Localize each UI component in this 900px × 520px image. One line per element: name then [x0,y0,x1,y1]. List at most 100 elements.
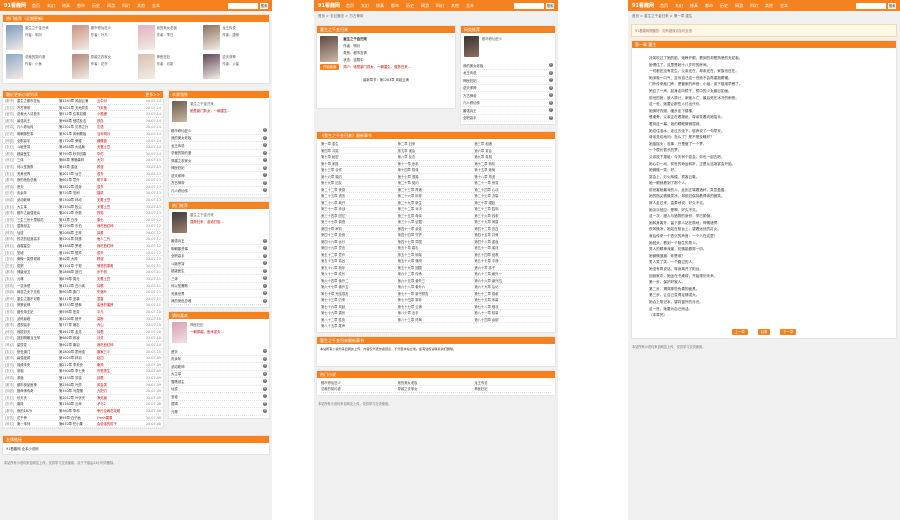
row-chapter[interactable]: 第1300章 林动 [59,197,97,203]
book-cover[interactable] [6,54,23,79]
nav-item[interactable]: 全本 [152,3,160,9]
list-item[interactable]: 龙王传说 2 [463,70,553,77]
row-title[interactable]: 伏天氏 [17,395,59,401]
row-chapter[interactable]: 第1455章 苏铭 [59,375,97,381]
book-card[interactable]: 逆天邪神 作者：火星 [203,54,266,80]
list-item-title[interactable]: 仙逆 [171,386,178,391]
row-category[interactable]: [玄幻] [5,105,17,111]
row-title[interactable]: 重生之都市狂仙 [17,98,59,104]
start-reading-button[interactable]: 开始阅读 [320,64,340,70]
nav-item[interactable]: 历史 [720,3,728,9]
list-item-title[interactable]: 何以笙箫默 [171,283,188,288]
row-category[interactable]: [网游] [5,197,17,203]
row-category[interactable]: [修真] [5,184,17,190]
row-chapter[interactable]: 第412章 逆袭 [59,296,97,302]
nav-item[interactable]: 修真 [62,3,70,9]
list-item-title[interactable]: 庆余年 [171,356,181,361]
row-chapter[interactable]: 第799章 妙手回春 [59,151,97,157]
list-item[interactable]: 赘婿 8 [171,401,267,408]
row-category[interactable]: [玄幻] [5,349,17,355]
row-category[interactable]: [都市] [5,210,17,216]
book-link[interactable]: 总裁的契约妻 [321,386,398,393]
row-chapter[interactable]: 第1488章 罗峰 [59,243,97,249]
row-title[interactable]: 凡人修仙传 [17,124,59,130]
row-chapter[interactable]: 第1314章 白小纯 [59,283,97,289]
row-category[interactable]: [历史] [5,263,17,269]
search-input[interactable] [856,2,886,9]
list-item-title[interactable]: 万古神帝 [463,93,477,98]
list-item-title[interactable]: 三体 [171,276,178,281]
row-title[interactable]: 锦绣未央 [17,362,59,368]
list-item[interactable]: 我的美女老板 1 [463,62,553,70]
row-chapter[interactable]: 第902章 秦羽 [59,342,97,348]
nav-item[interactable]: 网游 [107,3,115,9]
feature-title[interactable]: 重生之千金归来 [190,212,224,217]
row-chapter[interactable]: 第777章 赌石 [59,322,97,328]
row-title[interactable]: 花千骨 [17,415,59,421]
row-title[interactable]: 总裁大人请放手 [17,111,59,117]
list-item[interactable]: 全职高手 8 [463,115,553,122]
row-title[interactable]: 万古神帝 [17,105,59,111]
row-title[interactable]: 全职高手 [17,138,59,144]
book-card[interactable]: 龙王传说 作者：唐家 [203,25,266,51]
row-title[interactable]: 最强狂婿 [17,355,59,361]
row-chapter[interactable]: 第2012章 叶伏天 [59,395,97,401]
list-item-title[interactable]: 圣墟 [171,394,178,399]
feature-title[interactable]: 重生之千金归来 [190,101,231,106]
breadcrumb[interactable]: 首页 > 重生之千金归来 > 第一章 重生 [628,11,900,22]
more-link[interactable]: 更多>> [145,91,160,98]
nav-item[interactable]: 玄幻 [47,3,55,9]
row-title[interactable]: 都市极品医神 [17,382,59,388]
nav-item[interactable]: 首页 [660,3,668,9]
list-item-title[interactable]: 穿越之农家女 [171,158,191,163]
row-category[interactable]: [都市] [5,408,17,414]
book-title[interactable]: 重生之千金归来 [25,25,49,30]
list-item-title[interactable]: 万古神帝 [171,180,185,185]
row-chapter[interactable]: 第1866章 回归 [59,269,97,275]
row-chapter[interactable]: 第88章 黑暗森林 [59,157,97,163]
nav-item[interactable]: 科幻 [436,3,444,9]
row-title[interactable]: 斗破苍穹 [17,144,59,150]
row-category[interactable]: [修真] [5,283,17,289]
row-chapter[interactable]: 第2088章 王林 [59,230,97,236]
nav-item[interactable]: 网游 [421,3,429,9]
search-input[interactable] [228,2,258,9]
side-feature-3[interactable]: 神医狂妃 一朝穿越，医术逆天… [169,319,269,346]
row-chapter[interactable]: 第2560章 叶辰 [59,382,97,388]
book-cover[interactable] [71,25,89,50]
row-title[interactable]: 网游之天下无双 [17,289,59,295]
row-title[interactable]: 三体 [17,157,59,163]
list-item-title[interactable]: 我的美女老板 [463,63,483,68]
nav-item[interactable]: 其他 [137,3,145,9]
nav-item[interactable]: 玄幻 [675,3,683,9]
book-title[interactable]: 我的美女老板 [157,25,177,30]
row-category[interactable]: [都市] [5,118,17,124]
list-item-title[interactable]: 遮天 [171,349,178,354]
book-cover[interactable] [172,101,187,122]
book-cover[interactable] [172,322,187,343]
row-chapter[interactable]: 第988章 绝境反击 [59,118,97,124]
list-item[interactable]: 逆天邪神 7 [171,172,267,180]
list-item[interactable]: 斗破苍穹 4 [171,260,267,268]
row-chapter[interactable]: 第1180章 云烨 [59,401,97,407]
list-item-title[interactable]: 武动乾坤 [171,364,185,369]
nav-item[interactable]: 其他 [451,3,459,9]
row-chapter[interactable]: 第1648章 大结局 [59,144,97,150]
list-item[interactable]: 何以笙箫默 7 [171,283,267,290]
row-title[interactable]: 我的绝色总裁 [17,177,59,183]
row-title[interactable]: 帝霸 [17,368,59,374]
row-chapter[interactable]: 第4200章 杨开 [59,316,97,322]
row-category[interactable]: [都市] [5,296,17,302]
row-title[interactable]: 修罗武神 [17,302,59,308]
book-title[interactable]: 穿越之农家女 [91,54,111,59]
nav-item[interactable]: 都市 [77,3,85,9]
row-category[interactable]: [言情] [5,164,17,170]
nav-item[interactable]: 网游 [735,3,743,9]
row-chapter[interactable]: 第2015章 仙古 [59,171,97,177]
list-item-title[interactable]: 元尊 [171,409,178,414]
feature-title[interactable]: 都市修仙狂少 [482,36,502,41]
row-title[interactable]: 校花的贴身高手 [17,236,59,242]
row-category[interactable]: [言情] [5,309,17,315]
row-title[interactable]: 明朝那些事 [17,131,59,137]
list-item[interactable]: 遮天 1 [171,348,267,356]
